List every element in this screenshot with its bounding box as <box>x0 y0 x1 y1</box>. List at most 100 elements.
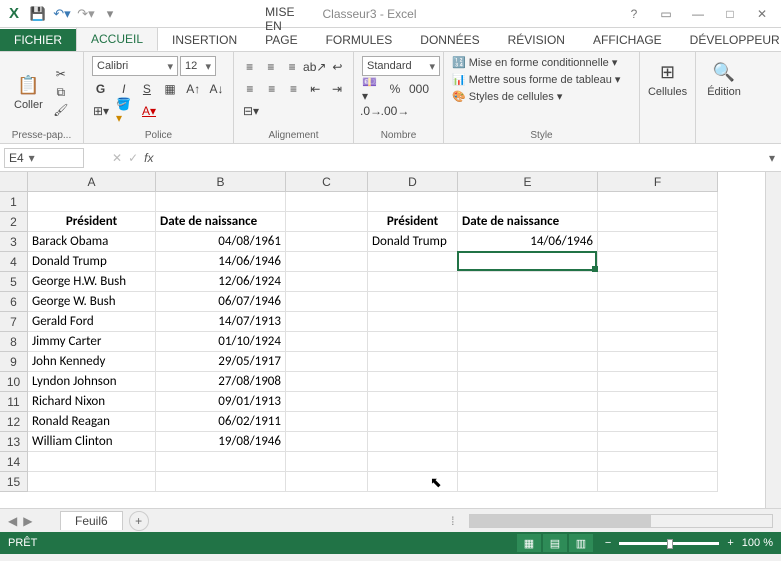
cell-F8[interactable] <box>598 332 718 352</box>
paste-button[interactable]: 📋 Coller <box>8 69 49 115</box>
tab-développeur[interactable]: DÉVELOPPEUR <box>676 29 781 51</box>
tab-file[interactable]: FICHIER <box>0 29 76 51</box>
cell-A8[interactable]: Jimmy Carter <box>28 332 156 352</box>
row-header-3[interactable]: 3 <box>0 232 28 252</box>
cell-E14[interactable] <box>458 452 598 472</box>
cell-D2[interactable]: Président <box>368 212 458 232</box>
cell-C6[interactable] <box>286 292 368 312</box>
cell-B1[interactable] <box>156 192 286 212</box>
help-icon[interactable]: ? <box>619 5 649 23</box>
cell-D4[interactable] <box>368 252 458 272</box>
cells-button[interactable]: ⊞ Cellules <box>648 56 687 102</box>
cell-D15[interactable] <box>368 472 458 492</box>
cell-D5[interactable] <box>368 272 458 292</box>
borders-icon[interactable]: ⊞▾ <box>92 102 110 120</box>
row-header-12[interactable]: 12 <box>0 412 28 432</box>
cell-B7[interactable]: 14/07/1913 <box>156 312 286 332</box>
cell-A12[interactable]: Ronald Reagan <box>28 412 156 432</box>
cell-D1[interactable] <box>368 192 458 212</box>
wrap-text-icon[interactable]: ↩ <box>330 58 345 76</box>
row-header-4[interactable]: 4 <box>0 252 28 272</box>
cell-D13[interactable] <box>368 432 458 452</box>
cell-E5[interactable] <box>458 272 598 292</box>
align-middle-icon[interactable]: ≡ <box>263 58 278 76</box>
cell-A5[interactable]: George H.W. Bush <box>28 272 156 292</box>
font-color-icon[interactable]: A▾ <box>140 102 158 120</box>
comma-icon[interactable]: 000 <box>410 80 428 98</box>
indent-inc-icon[interactable]: ⇥ <box>329 80 345 98</box>
zoom-slider[interactable] <box>619 542 719 545</box>
col-header-E[interactable]: E <box>458 172 598 192</box>
format-as-table-button[interactable]: 📊 Mettre sous forme de tableau ▾ <box>452 73 631 86</box>
font-name-combo[interactable]: Calibri▾ <box>92 56 178 76</box>
vertical-scrollbar[interactable] <box>765 172 781 508</box>
cell-grid[interactable]: PrésidentBarack ObamaDonald TrumpGeorge … <box>28 192 765 492</box>
cell-C13[interactable] <box>286 432 368 452</box>
cell-A2[interactable]: Président <box>28 212 156 232</box>
border-button[interactable]: ▦ <box>162 80 179 98</box>
cell-E12[interactable] <box>458 412 598 432</box>
col-header-B[interactable]: B <box>156 172 286 192</box>
undo-icon[interactable]: ↶▾ <box>52 4 72 24</box>
cell-F10[interactable] <box>598 372 718 392</box>
cell-F13[interactable] <box>598 432 718 452</box>
row-header-10[interactable]: 10 <box>0 372 28 392</box>
cell-F2[interactable] <box>598 212 718 232</box>
cell-C14[interactable] <box>286 452 368 472</box>
cell-D9[interactable] <box>368 352 458 372</box>
bold-button[interactable]: G <box>92 80 109 98</box>
inc-decimal-icon[interactable]: .0→ <box>362 102 380 120</box>
cell-A7[interactable]: Gerald Ford <box>28 312 156 332</box>
tab-affichage[interactable]: AFFICHAGE <box>579 29 676 51</box>
cell-E6[interactable] <box>458 292 598 312</box>
cell-B3[interactable]: 04/08/1961 <box>156 232 286 252</box>
view-normal-icon[interactable]: ▦ <box>517 534 541 552</box>
fill-color-icon[interactable]: 🪣▾ <box>116 102 134 120</box>
name-box-dropdown-icon[interactable]: ▾ <box>24 151 40 165</box>
align-left-icon[interactable]: ≡ <box>242 80 258 98</box>
sheet-nav-next-icon[interactable]: ▶ <box>23 514 32 528</box>
cell-B10[interactable]: 27/08/1908 <box>156 372 286 392</box>
cell-C4[interactable] <box>286 252 368 272</box>
cell-D6[interactable] <box>368 292 458 312</box>
maximize-icon[interactable]: □ <box>715 5 745 23</box>
cell-A6[interactable]: George W. Bush <box>28 292 156 312</box>
number-format-combo[interactable]: Standard▾ <box>362 56 440 76</box>
view-page-layout-icon[interactable]: ▤ <box>543 534 567 552</box>
cell-B9[interactable]: 29/05/1917 <box>156 352 286 372</box>
cell-E9[interactable] <box>458 352 598 372</box>
row-header-11[interactable]: 11 <box>0 392 28 412</box>
cell-C3[interactable] <box>286 232 368 252</box>
close-icon[interactable]: ✕ <box>747 5 777 23</box>
cell-F15[interactable] <box>598 472 718 492</box>
save-icon[interactable]: 💾 <box>28 4 48 24</box>
cell-D12[interactable] <box>368 412 458 432</box>
shrink-font-icon[interactable]: A↓ <box>208 80 225 98</box>
dec-decimal-icon[interactable]: .00→ <box>386 102 404 120</box>
cell-E15[interactable] <box>458 472 598 492</box>
ribbon-options-icon[interactable]: ▭ <box>651 5 681 23</box>
cell-A15[interactable] <box>28 472 156 492</box>
fx-icon[interactable]: fx <box>144 151 153 165</box>
merge-icon[interactable]: ⊟▾ <box>242 102 260 120</box>
expand-formula-bar-icon[interactable]: ▾ <box>763 151 781 165</box>
cell-B2[interactable]: Date de naissance <box>156 212 286 232</box>
currency-icon[interactable]: 💷▾ <box>362 80 380 98</box>
cell-B15[interactable] <box>156 472 286 492</box>
row-header-14[interactable]: 14 <box>0 452 28 472</box>
cell-C8[interactable] <box>286 332 368 352</box>
cell-F3[interactable] <box>598 232 718 252</box>
cell-F6[interactable] <box>598 292 718 312</box>
percent-icon[interactable]: % <box>386 80 404 98</box>
cut-icon[interactable]: ✂ <box>53 66 69 82</box>
cell-D10[interactable] <box>368 372 458 392</box>
cell-C11[interactable] <box>286 392 368 412</box>
row-header-5[interactable]: 5 <box>0 272 28 292</box>
cell-C12[interactable] <box>286 412 368 432</box>
align-top-icon[interactable]: ≡ <box>242 58 257 76</box>
cell-A1[interactable] <box>28 192 156 212</box>
formula-input[interactable] <box>161 148 763 168</box>
tab-insertion[interactable]: INSERTION <box>158 29 251 51</box>
cell-D11[interactable] <box>368 392 458 412</box>
cell-F12[interactable] <box>598 412 718 432</box>
